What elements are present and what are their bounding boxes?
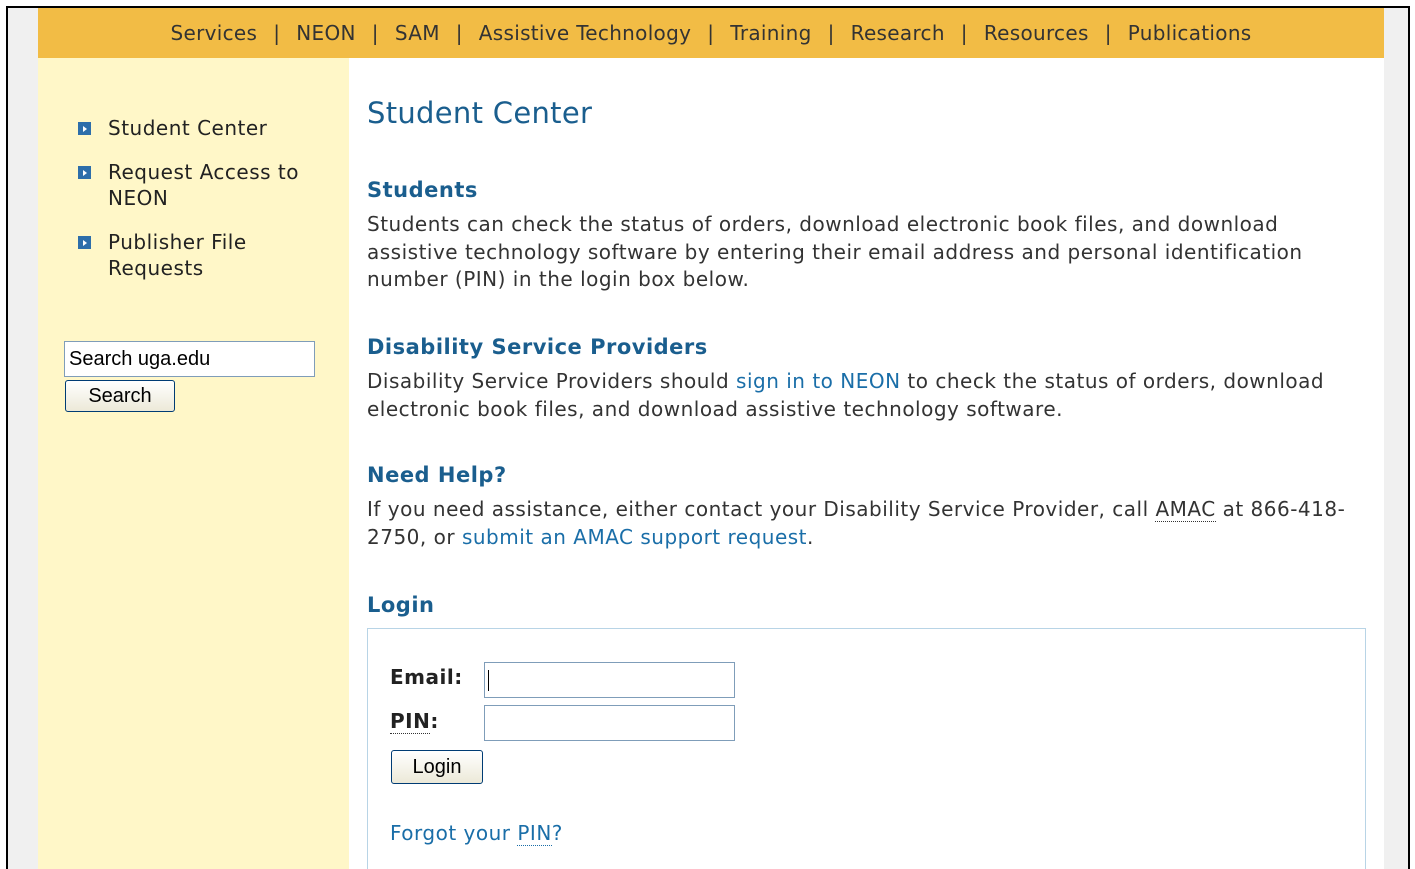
login-button[interactable]: Login <box>391 750 483 784</box>
help-text-before: If you need assistance, either contact y… <box>367 497 1156 521</box>
email-field[interactable] <box>484 662 735 698</box>
arrow-bullet-icon <box>78 166 91 179</box>
nav-research[interactable]: Research <box>851 21 945 45</box>
nav-assistive-technology[interactable]: Assistive Technology <box>479 21 691 45</box>
nav-publications[interactable]: Publications <box>1128 21 1252 45</box>
login-heading: Login <box>367 593 435 617</box>
nav-neon[interactable]: NEON <box>296 21 356 45</box>
forgot-suffix[interactable]: ? <box>552 821 563 845</box>
nav-separator: | <box>827 21 835 45</box>
nav-sam[interactable]: SAM <box>395 21 440 45</box>
sidebar-item-publisher-file-requests[interactable]: Publisher File Requests <box>78 229 338 281</box>
dsp-text: Disability Service Providers should sign… <box>367 368 1367 423</box>
help-text-after: . <box>807 524 814 549</box>
dsp-heading: Disability Service Providers <box>367 335 708 359</box>
page-title: Student Center <box>367 96 593 130</box>
support-request-link[interactable]: submit an AMAC support request <box>462 525 807 549</box>
sidebar-item-label[interactable]: Request Access to NEON <box>108 160 299 210</box>
pin-abbreviation: PIN <box>390 709 431 734</box>
forgot-pin-abbreviation[interactable]: PIN <box>517 821 552 846</box>
pin-label-suffix: : <box>430 709 439 733</box>
sidebar-menu: Student Center Request Access to NEON Pu… <box>78 115 338 299</box>
nav-separator: | <box>273 21 281 45</box>
search-input[interactable] <box>64 341 315 377</box>
top-navigation: Services | NEON | SAM | Assistive Techno… <box>38 8 1384 58</box>
sign-in-neon-link[interactable]: sign in to NEON <box>736 369 901 393</box>
students-text: Students can check the status of orders,… <box>367 212 1303 291</box>
dsp-text-before: Disability Service Providers should <box>367 369 737 393</box>
nav-training[interactable]: Training <box>730 21 811 45</box>
sidebar-item-label[interactable]: Student Center <box>108 116 267 140</box>
nav-separator: | <box>1104 21 1112 45</box>
forgot-pin-link[interactable]: Forgot your PIN? <box>390 821 563 846</box>
main-content: Student Center Students Students can che… <box>349 58 1384 869</box>
text-cursor <box>488 670 489 691</box>
nav-separator: | <box>707 21 715 45</box>
arrow-bullet-icon <box>78 236 91 249</box>
amac-abbreviation: AMAC <box>1155 497 1216 522</box>
students-heading: Students <box>367 178 478 202</box>
sidebar-item-label[interactable]: Publisher File Requests <box>108 230 247 280</box>
sidebar-item-request-access[interactable]: Request Access to NEON <box>78 159 338 211</box>
help-text: If you need assistance, either contact y… <box>367 496 1367 551</box>
nav-separator: | <box>455 21 463 45</box>
forgot-text[interactable]: Forgot your <box>390 821 517 845</box>
nav-services[interactable]: Services <box>170 21 257 45</box>
arrow-bullet-icon <box>78 122 91 135</box>
email-label: Email: <box>390 665 463 689</box>
help-heading: Need Help? <box>367 463 507 487</box>
nav-separator: | <box>960 21 968 45</box>
pin-field[interactable] <box>484 705 735 741</box>
browser-viewport: Services | NEON | SAM | Assistive Techno… <box>6 6 1410 869</box>
sidebar: Student Center Request Access to NEON Pu… <box>38 58 349 869</box>
nav-resources[interactable]: Resources <box>984 21 1089 45</box>
pin-label: PIN: <box>390 709 439 734</box>
search-button[interactable]: Search <box>65 380 175 412</box>
login-form: Email: PIN: Login Forgot your PIN? <box>367 628 1366 869</box>
nav-separator: | <box>371 21 379 45</box>
sidebar-item-student-center[interactable]: Student Center <box>78 115 338 141</box>
